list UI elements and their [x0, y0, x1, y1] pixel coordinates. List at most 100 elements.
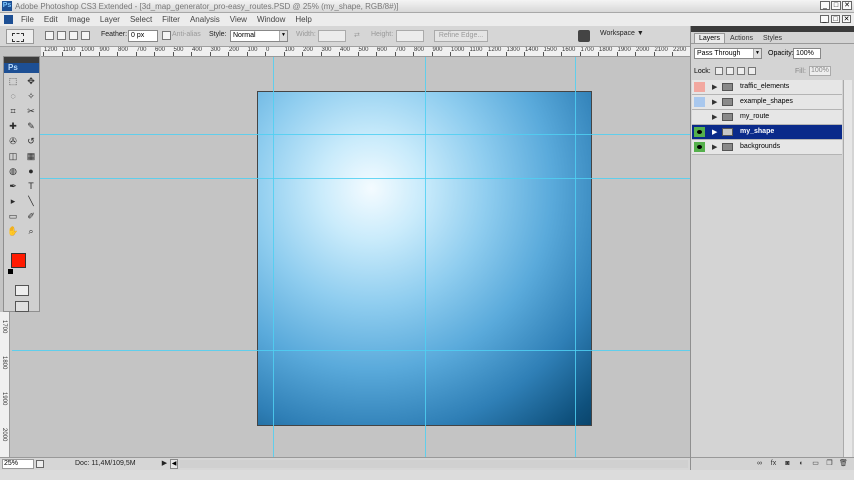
layer-row[interactable]: ▶ traffic_elements [692, 80, 842, 95]
layer-style-icon[interactable]: fx [769, 460, 778, 468]
hand-icon[interactable]: ✋ [6, 225, 20, 238]
default-colors-icon[interactable] [8, 269, 13, 274]
menu-window[interactable]: Window [252, 15, 290, 24]
eraser-icon[interactable]: ◫ [6, 150, 20, 163]
line-icon[interactable]: ╲ [24, 195, 38, 208]
lock-position-icon[interactable] [737, 67, 745, 75]
guide-horizontal[interactable] [12, 134, 690, 135]
expand-group-icon[interactable]: ▶ [712, 83, 717, 91]
menu-view[interactable]: View [225, 15, 252, 24]
menu-analysis[interactable]: Analysis [185, 15, 225, 24]
visibility-toggle[interactable] [694, 82, 705, 92]
width-input[interactable] [318, 30, 346, 42]
layer-row[interactable]: ▶ my_shape [692, 125, 842, 140]
lock-transparency-icon[interactable] [715, 67, 723, 75]
lock-all-icon[interactable] [748, 67, 756, 75]
opacity-input[interactable]: 100% [793, 48, 821, 59]
slice-icon[interactable]: ✂ [24, 105, 38, 118]
menu-filter[interactable]: Filter [157, 15, 185, 24]
move-icon[interactable]: ✥ [24, 75, 38, 88]
guide-horizontal[interactable] [12, 178, 690, 179]
guide-horizontal[interactable] [12, 350, 690, 351]
tab-styles[interactable]: Styles [758, 33, 787, 43]
maximize-button[interactable]: □ [831, 1, 841, 10]
expand-group-icon[interactable]: ▶ [712, 113, 717, 121]
guide-vertical[interactable] [575, 57, 576, 470]
healing-icon[interactable]: ✚ [6, 120, 20, 133]
expand-group-icon[interactable]: ▶ [712, 98, 717, 106]
visibility-toggle[interactable] [694, 112, 705, 122]
visibility-eye-icon[interactable] [694, 127, 705, 137]
antialias-checkbox[interactable] [162, 31, 171, 40]
layers-scrollbar[interactable] [843, 80, 852, 470]
style-select[interactable]: Normal ▼ [230, 30, 288, 42]
layer-mask-icon[interactable]: ◙ [783, 460, 792, 468]
menu-select[interactable]: Select [125, 15, 157, 24]
new-group-icon[interactable]: ▭ [811, 460, 820, 468]
blur-icon[interactable]: ◍ [6, 165, 20, 178]
menu-image[interactable]: Image [63, 15, 95, 24]
layer-row[interactable]: ▶ backgrounds [692, 140, 842, 155]
layer-row[interactable]: ▶ my_route [692, 110, 842, 125]
new-selection-icon[interactable] [45, 31, 54, 40]
zoom-icon[interactable]: ⌕ [24, 225, 38, 238]
document-icon[interactable] [4, 15, 13, 24]
clone-stamp-icon[interactable]: ✇ [6, 135, 20, 148]
workspace-menu[interactable]: Workspace ▼ [600, 30, 644, 37]
pen-icon[interactable]: ✒ [6, 180, 20, 193]
expand-group-icon[interactable]: ▶ [712, 143, 717, 151]
menu-layer[interactable]: Layer [95, 15, 125, 24]
history-brush-icon[interactable]: ↺ [24, 135, 38, 148]
zoom-level-input[interactable]: 25% [2, 459, 34, 469]
scroll-left-button[interactable]: ◀ [170, 459, 178, 469]
brush-icon[interactable]: ✎ [24, 120, 38, 133]
visibility-toggle[interactable] [694, 97, 705, 107]
status-menu-arrow-icon[interactable]: ▶ [160, 459, 169, 469]
horizontal-ruler[interactable]: 1200 1100 1000 900 800 700 600 500 400 300 200 100 0… [41, 47, 690, 57]
vertical-ruler[interactable]: 1700 1800 1900 2000 [0, 312, 10, 470]
menu-file[interactable]: File [16, 15, 39, 24]
delete-layer-icon[interactable]: 🗑 [839, 460, 848, 468]
refine-edge-button[interactable]: Refine Edge... [434, 30, 488, 42]
path-select-icon[interactable]: ▸ [6, 195, 20, 208]
bridge-icon[interactable] [578, 30, 590, 42]
feather-input[interactable]: 0 px [128, 30, 158, 42]
new-layer-icon[interactable]: ❐ [825, 460, 834, 468]
guide-vertical[interactable] [425, 57, 426, 470]
height-input[interactable] [396, 30, 424, 42]
notes-icon[interactable]: ▭ [6, 210, 20, 223]
subtract-selection-icon[interactable] [69, 31, 78, 40]
guide-vertical[interactable] [273, 57, 274, 470]
gradient-icon[interactable]: ▦ [24, 150, 38, 163]
blend-mode-select[interactable]: Pass Through ▼ [694, 48, 762, 59]
marquee-icon[interactable]: ⬚ [6, 75, 20, 88]
screen-mode-icon[interactable] [15, 301, 29, 312]
doc-minimize-button[interactable]: _ [820, 15, 829, 23]
doc-restore-button[interactable]: □ [831, 15, 840, 23]
foreground-color-swatch[interactable] [11, 253, 26, 268]
lock-pixels-icon[interactable] [726, 67, 734, 75]
add-selection-icon[interactable] [57, 31, 66, 40]
eyedropper-icon[interactable]: ✐ [24, 210, 38, 223]
tab-actions[interactable]: Actions [725, 33, 758, 43]
tab-layers[interactable]: Layers [694, 33, 726, 43]
menu-edit[interactable]: Edit [39, 15, 63, 24]
link-layers-icon[interactable]: ∞ [755, 460, 764, 468]
menu-help[interactable]: Help [290, 15, 316, 24]
magic-wand-icon[interactable]: ✧ [24, 90, 38, 103]
tool-preset-picker[interactable] [6, 29, 34, 44]
adjustment-layer-icon[interactable]: ◐ [797, 460, 806, 468]
type-icon[interactable]: T [24, 180, 38, 193]
crop-icon[interactable]: ⌗ [6, 105, 20, 118]
horizontal-scrollbar[interactable] [180, 460, 688, 468]
close-button[interactable]: ✕ [842, 1, 852, 10]
layer-row[interactable]: ▶ example_shapes [692, 95, 842, 110]
intersect-selection-icon[interactable] [81, 31, 90, 40]
status-info-icon[interactable] [36, 460, 44, 468]
expand-group-icon[interactable]: ▶ [712, 128, 717, 136]
minimize-button[interactable]: _ [820, 1, 830, 10]
doc-close-button[interactable]: ✕ [842, 15, 851, 23]
swap-icon[interactable]: ⇄ [354, 31, 360, 39]
fill-input[interactable]: 100% [809, 66, 831, 76]
visibility-eye-icon[interactable] [694, 142, 705, 152]
